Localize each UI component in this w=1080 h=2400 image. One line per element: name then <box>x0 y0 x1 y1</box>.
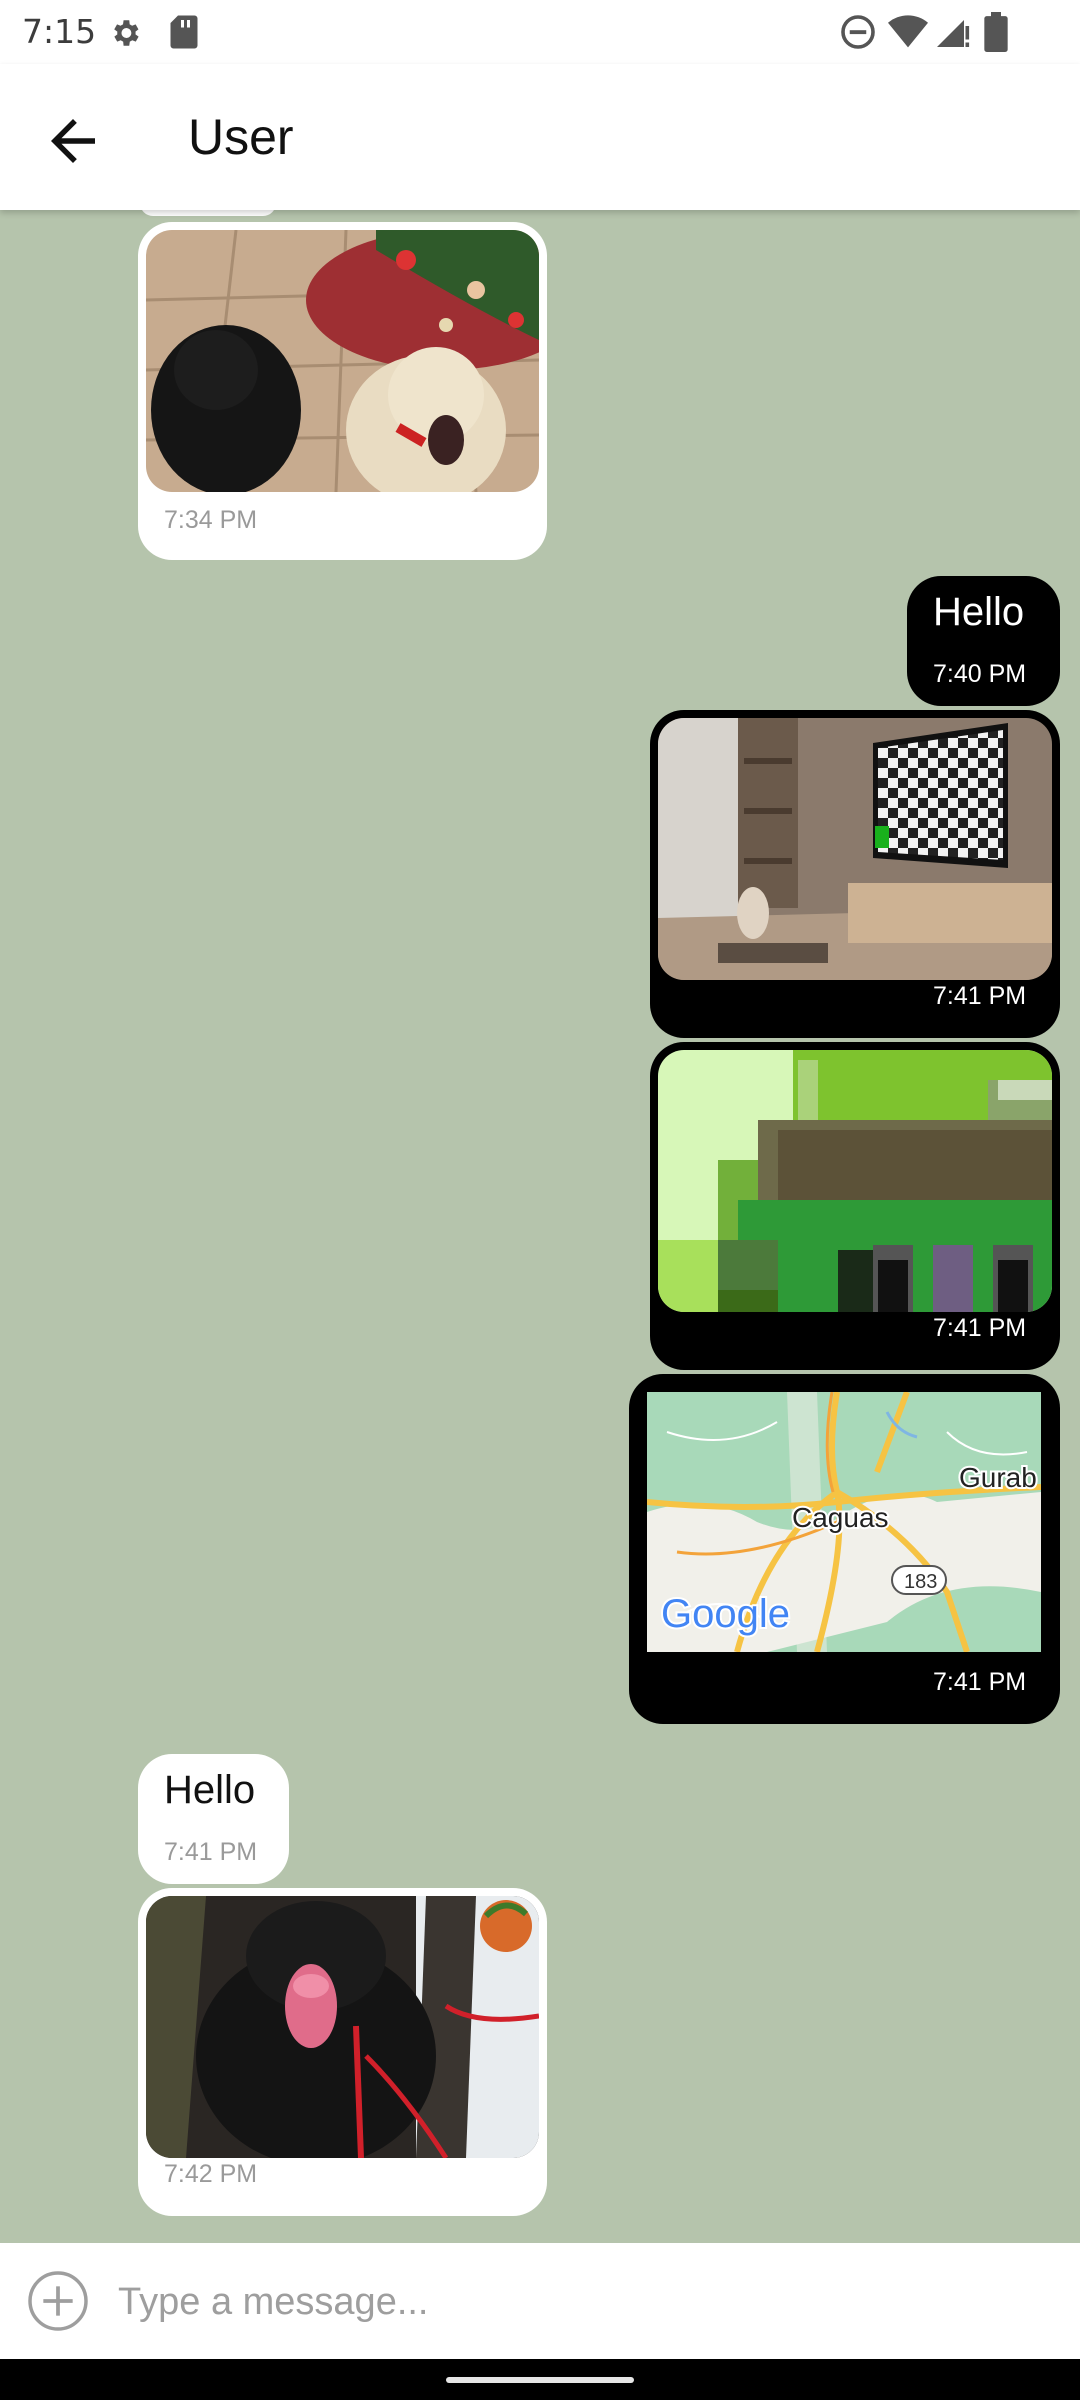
message-input[interactable] <box>116 2263 1050 2341</box>
gear-icon <box>114 20 139 46</box>
status-bar: 7:15 <box>0 0 1080 64</box>
pixelated-green-image <box>658 1050 1052 1312</box>
do-not-disturb-icon <box>841 15 875 49</box>
map-route-183: 183 <box>904 1571 937 1593</box>
message-timestamp: 7:40 PM <box>933 660 1027 688</box>
map-label-caguas: Caguas <box>792 1502 889 1533</box>
signal-icon <box>937 20 970 47</box>
google-logo: Google <box>661 1592 790 1636</box>
message-timestamp: 7:42 PM <box>164 2160 258 2188</box>
wifi-icon <box>888 15 928 48</box>
message-image-room[interactable] <box>658 718 1052 980</box>
dogs-christmas-image <box>146 230 539 492</box>
message-image-pixelated[interactable] <box>658 1050 1052 1312</box>
conversation-title: User <box>188 109 294 165</box>
app-bar: User <box>0 64 1080 210</box>
message-composer <box>0 2243 1080 2359</box>
outgoing-location-message[interactable]: Caguas Gurab 183 Google 7:41 PM <box>629 1374 1060 1724</box>
message-timestamp: 7:41 PM <box>933 1314 1027 1342</box>
plus-circle-icon[interactable] <box>26 2269 90 2333</box>
system-navigation-bar <box>0 2359 1080 2400</box>
message-timestamp: 7:41 PM <box>933 1668 1027 1696</box>
outgoing-text-message[interactable]: Hello 7:40 PM <box>907 576 1060 706</box>
message-timestamp: 7:41 PM <box>164 1838 258 1866</box>
sd-card-icon <box>170 15 198 49</box>
battery-icon <box>984 12 1008 52</box>
room-tv-image <box>658 718 1052 980</box>
outgoing-image-message[interactable]: 7:41 PM <box>650 710 1060 1038</box>
message-text: Hello <box>164 1768 256 1812</box>
location-map-preview[interactable]: Caguas Gurab 183 Google <box>647 1392 1041 1652</box>
black-dog-image <box>146 1896 539 2158</box>
message-timestamp: 7:41 PM <box>933 982 1027 1010</box>
message-image-black-dog[interactable] <box>146 1896 539 2158</box>
message-image-dogs[interactable] <box>146 230 539 492</box>
chat-message-list[interactable]: 7:34 PM Hello 7:40 PM 7:41 PM 7:41 PM Ca… <box>0 210 1080 2240</box>
map-label-gurab: Gurab <box>959 1462 1037 1493</box>
status-time: 7:15 <box>22 12 97 51</box>
incoming-text-message[interactable]: Hello 7:41 PM <box>138 1754 289 1884</box>
back-arrow-icon[interactable] <box>40 108 106 174</box>
message-text: Hello <box>933 590 1025 634</box>
outgoing-image-message[interactable]: 7:41 PM <box>650 1042 1060 1370</box>
gesture-handle[interactable] <box>446 2377 634 2383</box>
incoming-image-message[interactable]: 7:34 PM <box>138 222 547 560</box>
incoming-image-message[interactable]: 7:42 PM <box>138 1888 547 2216</box>
message-timestamp: 7:34 PM <box>164 506 258 534</box>
partial-message-bubble <box>140 210 276 216</box>
map-image: Caguas Gurab 183 Google <box>647 1392 1041 1652</box>
